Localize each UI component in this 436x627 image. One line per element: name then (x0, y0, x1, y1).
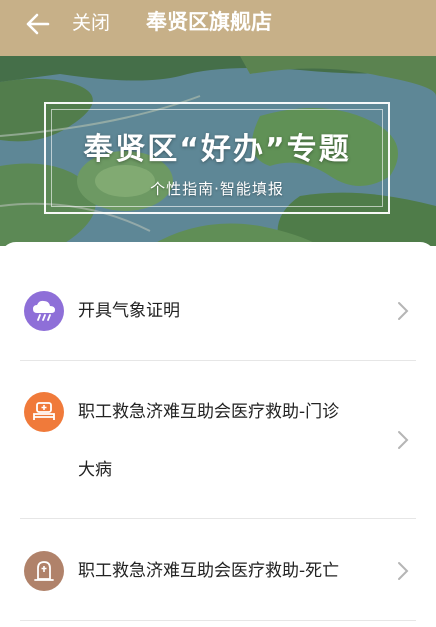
banner-title: 奉贤区“好办”专题 (83, 132, 351, 167)
tombstone-icon (24, 551, 64, 591)
service-item-death-aid[interactable]: 职工救急济难互助会医疗救助-死亡 (0, 540, 436, 602)
header-bar: 关闭 奉贤区旗舰店 (0, 0, 436, 56)
divider (20, 620, 416, 621)
chevron-right-icon (398, 302, 409, 320)
topic-banner[interactable]: 奉贤区“好办”专题 个性指南·智能填报 (0, 56, 436, 246)
banner-frame: 奉贤区“好办”专题 个性指南·智能填报 (44, 102, 390, 214)
service-list: 开具气象证明 职工救急济难互助会医疗救助-门诊 大病 职工救急济难互助会医疗救助… (0, 242, 436, 627)
close-button[interactable]: 关闭 (72, 10, 110, 36)
service-item-label-line1: 职工救急济难互助会医疗救助-门诊 (78, 402, 340, 422)
chevron-right-icon (398, 431, 409, 449)
service-item-label-line2: 大病 (78, 460, 112, 480)
service-item-outpatient-aid[interactable]: 职工救急济难互助会医疗救助-门诊 大病 (0, 382, 436, 502)
weather-cloud-icon (24, 291, 64, 331)
chevron-right-icon (398, 562, 409, 580)
divider (20, 518, 416, 519)
service-item-label: 职工救急济难互助会医疗救助-死亡 (78, 561, 340, 581)
hospital-bed-icon (24, 392, 64, 432)
back-button[interactable] (20, 6, 56, 42)
service-item-weather-certificate[interactable]: 开具气象证明 (0, 280, 436, 342)
page-title: 奉贤区旗舰店 (146, 10, 272, 34)
banner-subtitle: 个性指南·智能填报 (150, 180, 284, 198)
service-item-label: 开具气象证明 (78, 301, 180, 321)
divider (20, 360, 416, 361)
arrow-left-icon (26, 13, 50, 35)
